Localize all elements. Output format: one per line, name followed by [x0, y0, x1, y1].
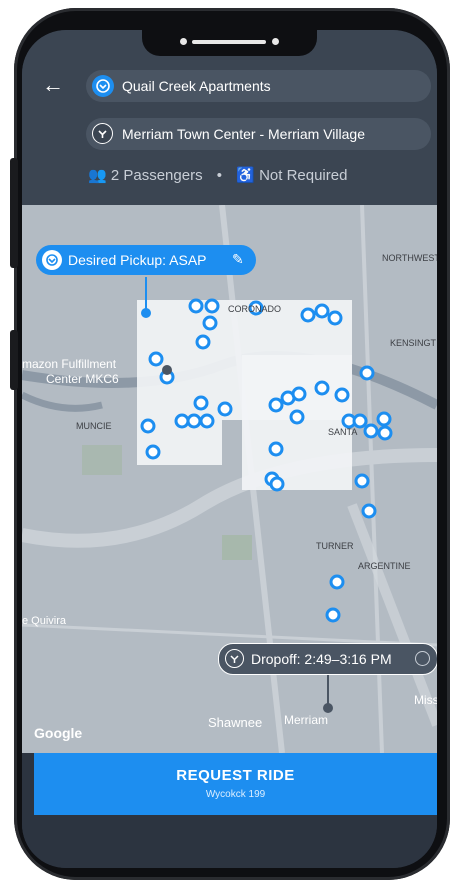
- dropoff-location-field[interactable]: Merriam Town Center - Merriam Village: [86, 118, 431, 150]
- phone-side-button: [10, 158, 18, 268]
- dropoff-pin-icon: [92, 123, 113, 144]
- dropoff-location-text: Merriam Town Center - Merriam Village: [122, 126, 365, 142]
- trip-details[interactable]: 👥 2 Passengers • ♿ Not Required: [88, 166, 347, 184]
- map-label-coronado: CORONADO: [228, 304, 282, 314]
- map-label-shawnee: Shawnee: [208, 715, 263, 730]
- phone-notch: [142, 30, 317, 56]
- pickup-pin-icon: [92, 75, 114, 97]
- map-label-turner: TURNER: [316, 541, 354, 551]
- passengers-text: 2 Passengers: [110, 167, 203, 184]
- dropoff-window-text: Dropoff: 2:49–3:16 PM: [251, 651, 392, 667]
- phone-side-button: [10, 330, 18, 390]
- map-label-merriam: Merriam: [284, 713, 328, 727]
- service-area-map[interactable]: CORONADO NORTHWEST KENSINGT mazon Fulfil…: [22, 205, 437, 753]
- passengers-icon: 👥: [88, 167, 107, 184]
- dropoff-window-tag[interactable]: Dropoff: 2:49–3:16 PM: [218, 643, 437, 675]
- pickup-location-text: Quail Creek Apartments: [122, 78, 271, 94]
- bottom-bar: [22, 815, 437, 868]
- map-label-argentine: ARGENTINE: [358, 561, 411, 571]
- map-label-mission: Missi: [414, 693, 437, 707]
- request-ride-button[interactable]: REQUEST RIDE Wycokck 199: [34, 753, 437, 815]
- google-logo: Google: [34, 725, 83, 741]
- pickup-pin-icon: [42, 250, 62, 270]
- app-screen: ← Quail Creek Apartments Merriam Town Ce…: [22, 30, 437, 868]
- ride-header: ← Quail Creek Apartments Merriam Town Ce…: [22, 30, 437, 205]
- map-label-santa: SANTA: [328, 427, 358, 437]
- map-label-muncie: MUNCIE: [76, 421, 112, 431]
- edit-pencil-icon[interactable]: ✎: [232, 251, 244, 268]
- clock-icon: [415, 651, 430, 666]
- accessibility-text: Not Required: [259, 167, 348, 184]
- map-label-amazon-center: Center MKC6: [46, 372, 119, 386]
- accessibility-icon: ♿: [236, 167, 255, 184]
- desired-pickup-text: Desired Pickup: ASAP: [68, 252, 207, 268]
- map-label-quivira: e Quivira: [22, 615, 67, 627]
- pickup-location-field[interactable]: Quail Creek Apartments: [86, 70, 431, 102]
- dropoff-pin-icon: [225, 649, 244, 668]
- request-ride-label: REQUEST RIDE: [176, 767, 295, 784]
- map-label-kensington: KENSINGT: [390, 338, 437, 348]
- map-label-northwest: NORTHWEST: [382, 253, 437, 263]
- back-arrow-icon[interactable]: ←: [42, 74, 64, 96]
- desired-pickup-tag[interactable]: Desired Pickup: ASAP ✎: [36, 245, 256, 275]
- separator: •: [216, 167, 223, 184]
- map-label-amazon: mazon Fulfillment: [22, 357, 117, 371]
- request-ride-sublabel: Wycokck 199: [205, 789, 266, 800]
